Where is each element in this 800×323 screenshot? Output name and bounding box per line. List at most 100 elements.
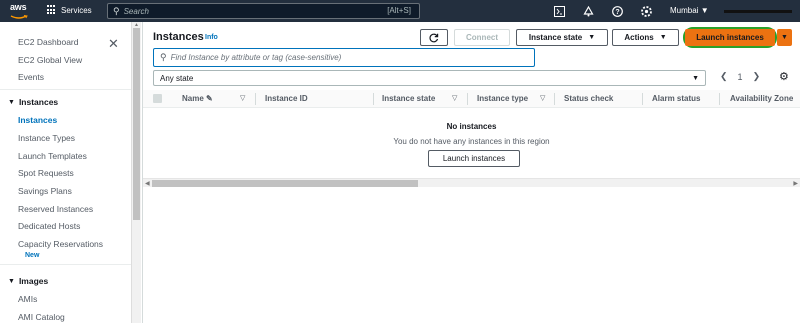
sort-caret-icon[interactable]: ▽ — [452, 94, 457, 102]
caret-down-icon: ▼ — [659, 34, 667, 41]
sidebar-item-instance-types[interactable]: Instance Types — [18, 133, 75, 143]
edit-pencil-icon: ✎ — [206, 94, 213, 103]
column-header-alarm-status[interactable]: Alarm status — [652, 94, 700, 103]
close-icon[interactable]: ✕ — [108, 36, 119, 52]
search-icon: ⚲ — [113, 5, 120, 16]
instance-state-button-label: Instance state — [528, 33, 583, 42]
sort-caret-icon[interactable]: ▽ — [240, 94, 245, 102]
help-icon[interactable]: ? — [611, 5, 623, 17]
instance-state-button[interactable]: Instance state ▼ — [516, 29, 608, 46]
svg-text:?: ? — [615, 9, 619, 16]
page-title: Instances — [153, 31, 204, 43]
empty-launch-instances-label: Launch instances — [442, 154, 506, 163]
instance-filter[interactable]: ⚲ — [153, 48, 535, 67]
column-header-instance-state[interactable]: Instance state — [382, 94, 435, 103]
gear-icon[interactable] — [640, 5, 652, 17]
sidebar-section-label: Instances — [18, 97, 59, 107]
connect-button-label: Connect — [466, 33, 498, 42]
instance-filter-input[interactable] — [170, 53, 511, 62]
actions-button[interactable]: Actions ▼ — [612, 29, 679, 46]
column-separator[interactable] — [373, 93, 374, 105]
sidebar-item-events[interactable]: Events — [18, 72, 44, 82]
column-separator[interactable] — [255, 93, 256, 105]
column-header-instance-id[interactable]: Instance ID — [265, 94, 308, 103]
chevron-right-icon[interactable]: ❯ — [753, 71, 761, 82]
horizontal-scroll-thumb[interactable] — [152, 180, 418, 187]
column-separator[interactable] — [719, 93, 720, 105]
actions-button-label: Actions — [624, 33, 654, 42]
aws-logo-text: aws — [10, 2, 27, 12]
scroll-right-arrow-icon[interactable]: ▶ — [793, 180, 798, 187]
services-label: Services — [61, 5, 92, 15]
search-icon: ⚲ — [160, 52, 167, 62]
empty-state-title: No instances — [446, 122, 497, 131]
launch-options-dropdown[interactable]: ▼ — [777, 29, 792, 46]
sidebar-scrollbar[interactable]: ▲ — [131, 22, 141, 323]
sidebar-item-launch-templates[interactable]: Launch Templates — [18, 151, 87, 161]
chevron-left-icon[interactable]: ❮ — [720, 71, 728, 82]
sidebar-divider — [0, 89, 131, 90]
column-header-status-check[interactable]: Status check — [564, 94, 613, 103]
global-search-input[interactable] — [123, 6, 364, 16]
caret-down-icon: ▼ — [8, 98, 15, 106]
search-shortcut-hint: [Alt+S] — [387, 6, 411, 15]
global-search[interactable]: ⚲ [Alt+S] — [107, 3, 420, 19]
bell-icon[interactable] — [582, 5, 594, 17]
sidebar-scroll-thumb[interactable] — [133, 28, 140, 220]
caret-down-icon: ▼ — [8, 277, 15, 285]
sidebar-item-ec2-global-view[interactable]: EC2 Global View — [18, 55, 82, 65]
sidebar-section-images[interactable]: ▼ Images — [8, 276, 48, 286]
chevron-down-icon: ▼ — [700, 6, 709, 15]
table-settings-gear-icon[interactable]: ⚙ — [779, 70, 789, 83]
caret-down-icon: ▼ — [781, 34, 788, 41]
sidebar-item-ec2-dashboard[interactable]: EC2 Dashboard — [18, 37, 78, 47]
column-separator[interactable] — [554, 93, 555, 105]
empty-state-description: You do not have any instances in this re… — [393, 137, 550, 146]
info-link[interactable]: Info — [205, 34, 218, 41]
column-header-instance-type[interactable]: Instance type — [477, 94, 528, 103]
sidebar-item-amis[interactable]: AMIs — [18, 294, 37, 304]
scroll-left-arrow-icon[interactable]: ◀ — [145, 180, 150, 187]
region-selector[interactable]: Mumbai ▼ — [670, 6, 709, 15]
sidebar-item-capacity-reservations[interactable]: Capacity Reservations — [18, 239, 103, 249]
sort-caret-icon[interactable]: ▽ — [540, 94, 545, 102]
top-navigation-bar: aws Services ⚲ [Alt+S] ? Mumbai ▼ — [0, 0, 800, 22]
empty-launch-instances-button[interactable]: Launch instances — [428, 150, 520, 167]
state-filter-select[interactable]: Any state ▼ — [153, 70, 706, 86]
column-separator[interactable] — [642, 93, 643, 105]
instances-panel: Instances Info Connect Instance state ▼ … — [142, 22, 800, 323]
launch-instances-button[interactable]: Launch instances — [685, 29, 775, 46]
services-grid-icon — [47, 5, 57, 15]
account-menu-redacted[interactable] — [724, 10, 792, 13]
sidebar-divider — [0, 264, 131, 265]
caret-down-icon: ▼ — [588, 34, 596, 41]
refresh-button[interactable] — [420, 29, 448, 46]
sidebar: ✕ EC2 Dashboard EC2 Global View Events ▼… — [0, 22, 131, 323]
sidebar-section-instances[interactable]: ▼ Instances — [8, 97, 58, 107]
select-all-checkbox[interactable] — [153, 94, 162, 103]
column-header-name[interactable]: Name ✎ — [182, 94, 213, 103]
aws-logo[interactable]: aws — [10, 3, 32, 19]
sidebar-item-spot-requests[interactable]: Spot Requests — [18, 168, 74, 178]
sidebar-section-label: Images — [18, 276, 49, 286]
state-filter-value: Any state — [160, 73, 194, 83]
connect-button[interactable]: Connect — [454, 29, 510, 46]
caret-down-icon: ▼ — [692, 74, 699, 82]
region-label: Mumbai — [670, 6, 699, 15]
sidebar-item-reserved-instances[interactable]: Reserved Instances — [18, 204, 93, 214]
services-menu[interactable]: Services — [47, 5, 92, 15]
table-header: Name ✎ ▽ Instance ID Instance state ▽ In… — [143, 90, 800, 108]
launch-instances-button-label: Launch instances — [696, 33, 764, 42]
sidebar-item-savings-plans[interactable]: Savings Plans — [18, 186, 72, 196]
aws-smile-icon — [10, 15, 28, 19]
column-header-availability-zone[interactable]: Availability Zone — [730, 94, 793, 103]
cloudshell-icon[interactable] — [553, 5, 565, 17]
new-badge: New — [25, 252, 40, 259]
column-separator[interactable] — [467, 93, 468, 105]
page-number[interactable]: 1 — [738, 72, 743, 82]
sidebar-item-dedicated-hosts[interactable]: Dedicated Hosts — [18, 221, 80, 231]
table-horizontal-scrollbar[interactable]: ◀ ▶ — [143, 178, 800, 187]
pagination: ❮ 1 ❯ — [720, 71, 760, 82]
sidebar-item-instances[interactable]: Instances — [18, 115, 57, 125]
sidebar-item-ami-catalog[interactable]: AMI Catalog — [18, 312, 65, 322]
